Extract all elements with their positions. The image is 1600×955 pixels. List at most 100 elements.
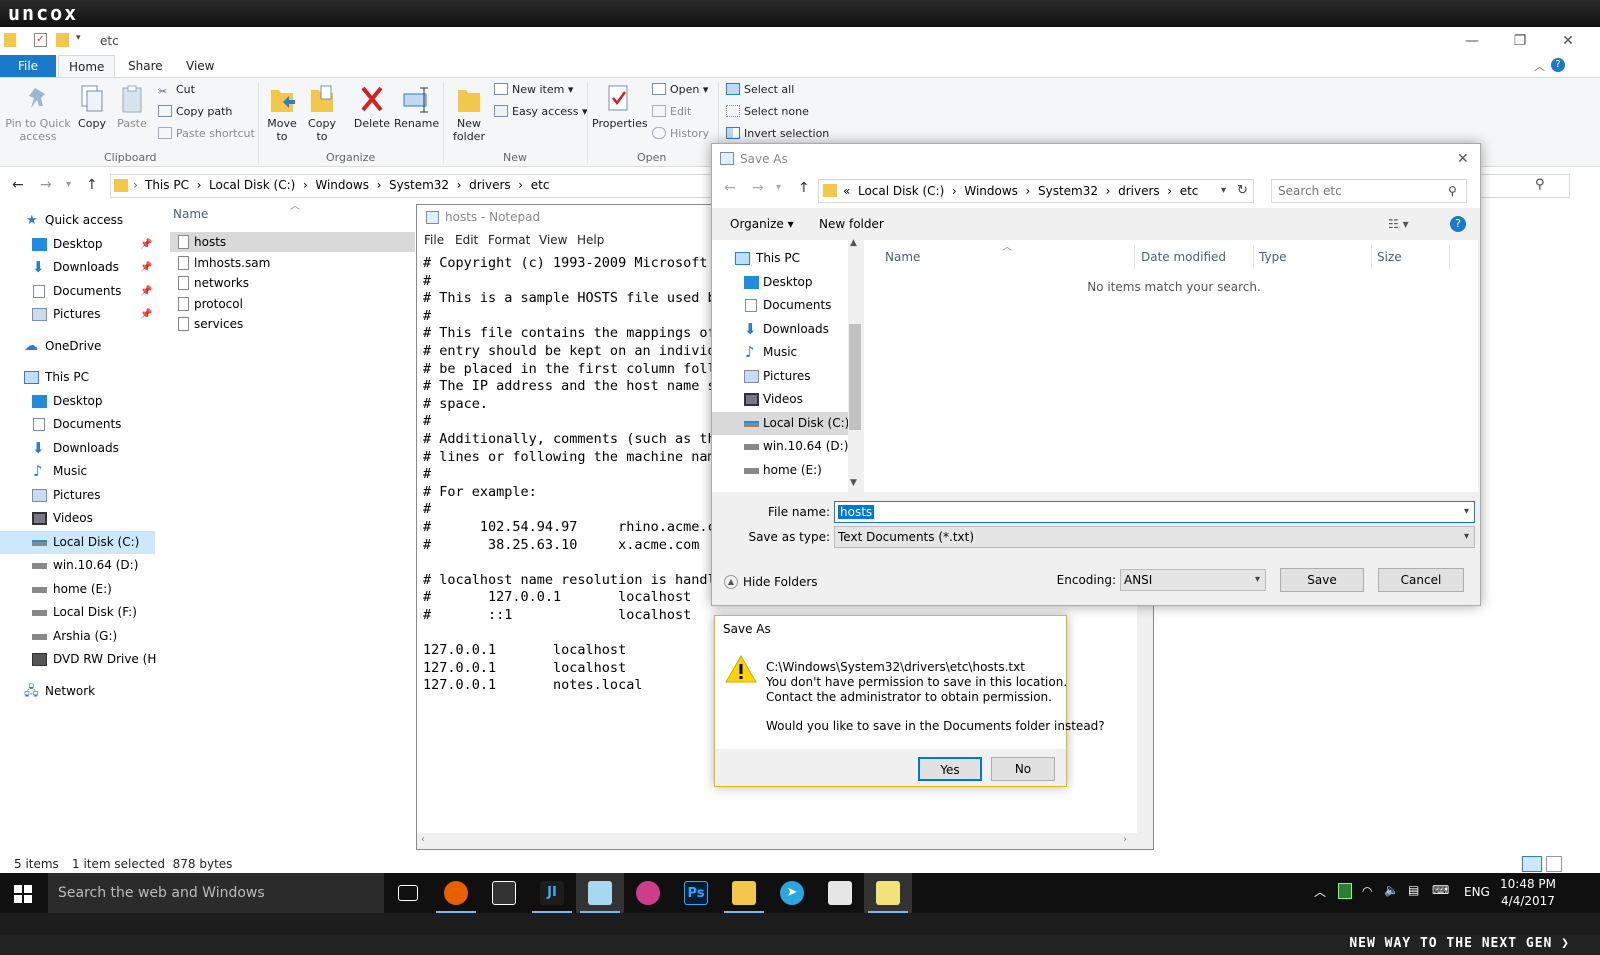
- taskbar-app-2[interactable]: [816, 873, 864, 913]
- nav-quick-access[interactable]: ★ Quick access: [0, 209, 156, 232]
- cut-button[interactable]: ✂ Cut: [158, 83, 195, 98]
- scroll-right-icon[interactable]: ›: [1123, 834, 1127, 845]
- nav-qa-pictures[interactable]: Pictures 📌: [0, 303, 156, 326]
- file-item[interactable]: services: [170, 314, 415, 334]
- paste-button[interactable]: Paste: [114, 84, 150, 130]
- forward-arrow-icon[interactable]: →: [752, 180, 764, 196]
- tree-documents[interactable]: Documents: [712, 294, 848, 317]
- column-header-type[interactable]: Type: [1254, 245, 1372, 269]
- pin-to-quick-access-button[interactable]: Pin to Quick access: [4, 84, 72, 143]
- taskbar-firefox[interactable]: [432, 873, 480, 913]
- nav-pc-drive-f[interactable]: Local Disk (F:): [0, 601, 156, 624]
- cancel-button[interactable]: Cancel: [1378, 568, 1464, 592]
- breadcrumb-item[interactable]: System32: [389, 178, 449, 192]
- save-button[interactable]: Save: [1280, 568, 1364, 592]
- copy-to-button[interactable]: Copy to: [304, 84, 340, 143]
- volume-icon[interactable]: 🔈: [1384, 883, 1399, 897]
- nav-pc-drive-g[interactable]: Arshia (G:): [0, 625, 156, 648]
- keyboard-icon[interactable]: ⌨: [1432, 883, 1449, 897]
- hide-folders-button[interactable]: Hide Folders: [743, 575, 818, 589]
- back-arrow-icon[interactable]: ←: [12, 177, 24, 193]
- column-header-size[interactable]: Size: [1372, 245, 1450, 269]
- wifi-icon[interactable]: ◠: [1362, 884, 1372, 898]
- nav-pc-desktop[interactable]: Desktop: [0, 390, 156, 413]
- tree-music[interactable]: ♪ Music: [712, 341, 848, 364]
- menu-format[interactable]: Format: [488, 229, 530, 251]
- nav-qa-desktop[interactable]: Desktop 📌: [0, 233, 156, 256]
- nav-pc-drive-d[interactable]: win.10.64 (D:): [0, 554, 156, 577]
- edit-button[interactable]: Edit: [652, 105, 691, 118]
- properties-icon[interactable]: ✓: [34, 33, 47, 47]
- breadcrumb-overflow[interactable]: «: [843, 184, 850, 198]
- organize-button[interactable]: Organize ▾: [730, 208, 794, 240]
- tab-home[interactable]: Home: [58, 55, 116, 77]
- open-button[interactable]: Open ▾: [652, 83, 708, 96]
- forward-arrow-icon[interactable]: →: [40, 177, 52, 193]
- menu-file[interactable]: File: [424, 229, 444, 251]
- copy-button[interactable]: Copy: [74, 84, 110, 130]
- chevron-down-icon[interactable]: ▾: [1464, 502, 1469, 522]
- breadcrumb-item[interactable]: System32: [1038, 184, 1098, 198]
- breadcrumb-item[interactable]: etc: [1180, 184, 1199, 198]
- taskbar-jetbrains[interactable]: JI: [528, 873, 576, 913]
- select-none-button[interactable]: Select none: [726, 105, 809, 118]
- breadcrumb-item[interactable]: This PC: [145, 178, 189, 192]
- history-button[interactable]: History: [652, 127, 709, 140]
- menu-view[interactable]: View: [539, 229, 567, 251]
- menu-edit[interactable]: Edit: [455, 229, 478, 251]
- scroll-left-icon[interactable]: ‹: [421, 834, 425, 845]
- taskbar-calculator[interactable]: [480, 873, 528, 913]
- breadcrumb-item[interactable]: drivers: [1118, 184, 1160, 198]
- action-center-icon[interactable]: ▤: [1408, 883, 1419, 897]
- tree-drive-d[interactable]: win.10.64 (D:): [712, 435, 848, 458]
- refresh-icon[interactable]: ↻: [1237, 180, 1248, 202]
- scroll-thumb[interactable]: [849, 324, 861, 430]
- horizontal-scrollbar[interactable]: ‹ ›: [417, 833, 1137, 849]
- back-arrow-icon[interactable]: ←: [724, 180, 736, 196]
- recent-locations-icon[interactable]: ▾: [776, 182, 781, 193]
- new-folder-icon[interactable]: [56, 33, 69, 47]
- nav-pc-documents[interactable]: Documents: [0, 413, 156, 436]
- nav-qa-downloads[interactable]: ⬇ Downloads 📌: [0, 256, 156, 279]
- task-view-button[interactable]: [384, 873, 432, 913]
- breadcrumb-item[interactable]: Local Disk (C:): [858, 184, 944, 198]
- file-item[interactable]: protocol: [170, 294, 415, 314]
- view-options-icon[interactable]: ☷ ▾: [1388, 208, 1409, 240]
- up-arrow-icon[interactable]: ↑: [798, 180, 810, 196]
- new-item-button[interactable]: New item ▾: [494, 83, 573, 96]
- chevron-down-icon[interactable]: ▾: [1221, 180, 1226, 202]
- details-view-icon[interactable]: [1522, 856, 1542, 872]
- nav-pc-drive-e[interactable]: home (E:): [0, 578, 156, 601]
- tree-downloads[interactable]: ⬇ Downloads: [712, 318, 848, 341]
- column-header-date[interactable]: Date modified: [1136, 245, 1254, 269]
- breadcrumb-item[interactable]: drivers: [469, 178, 511, 192]
- new-folder-button[interactable]: New folder: [819, 208, 884, 240]
- delete-button[interactable]: Delete: [352, 84, 392, 130]
- no-button[interactable]: No: [991, 757, 1055, 781]
- tree-pictures[interactable]: Pictures: [712, 365, 848, 388]
- file-item[interactable]: lmhosts.sam: [170, 253, 415, 273]
- help-icon[interactable]: ?: [1450, 216, 1466, 232]
- collapse-ribbon-icon[interactable]: ︿: [1534, 58, 1545, 74]
- column-header-name[interactable]: Name: [173, 207, 208, 221]
- nav-pc-pictures[interactable]: Pictures: [0, 484, 156, 507]
- scroll-up-icon[interactable]: ▲: [850, 238, 857, 248]
- easy-access-button[interactable]: Easy access ▾: [494, 105, 588, 118]
- paste-shortcut-button[interactable]: Paste shortcut: [158, 127, 255, 140]
- nav-pc-dvd-drive[interactable]: DVD RW Drive (H:) F: [0, 648, 156, 671]
- nav-this-pc[interactable]: This PC: [0, 366, 156, 389]
- breadcrumb-item[interactable]: etc: [531, 178, 550, 192]
- tree-scrollbar[interactable]: ▲ ▼: [848, 238, 862, 492]
- windows-start-icon[interactable]: [14, 885, 32, 903]
- taskbar-file-explorer[interactable]: [720, 873, 768, 913]
- up-arrow-icon[interactable]: ↑: [86, 177, 98, 193]
- dialog-address-bar[interactable]: « Local Disk (C:) › Windows › System32 ›…: [818, 179, 1254, 203]
- tab-file[interactable]: File: [0, 55, 56, 77]
- close-icon[interactable]: ✕: [1457, 144, 1469, 174]
- menu-help[interactable]: Help: [577, 229, 604, 251]
- yes-button[interactable]: Yes: [918, 757, 982, 781]
- scroll-down-icon[interactable]: ▼: [850, 478, 857, 488]
- nav-onedrive[interactable]: ☁ OneDrive: [0, 335, 156, 358]
- customize-qat-icon[interactable]: ▾: [76, 33, 81, 43]
- taskbar-photoshop[interactable]: Ps: [672, 873, 720, 913]
